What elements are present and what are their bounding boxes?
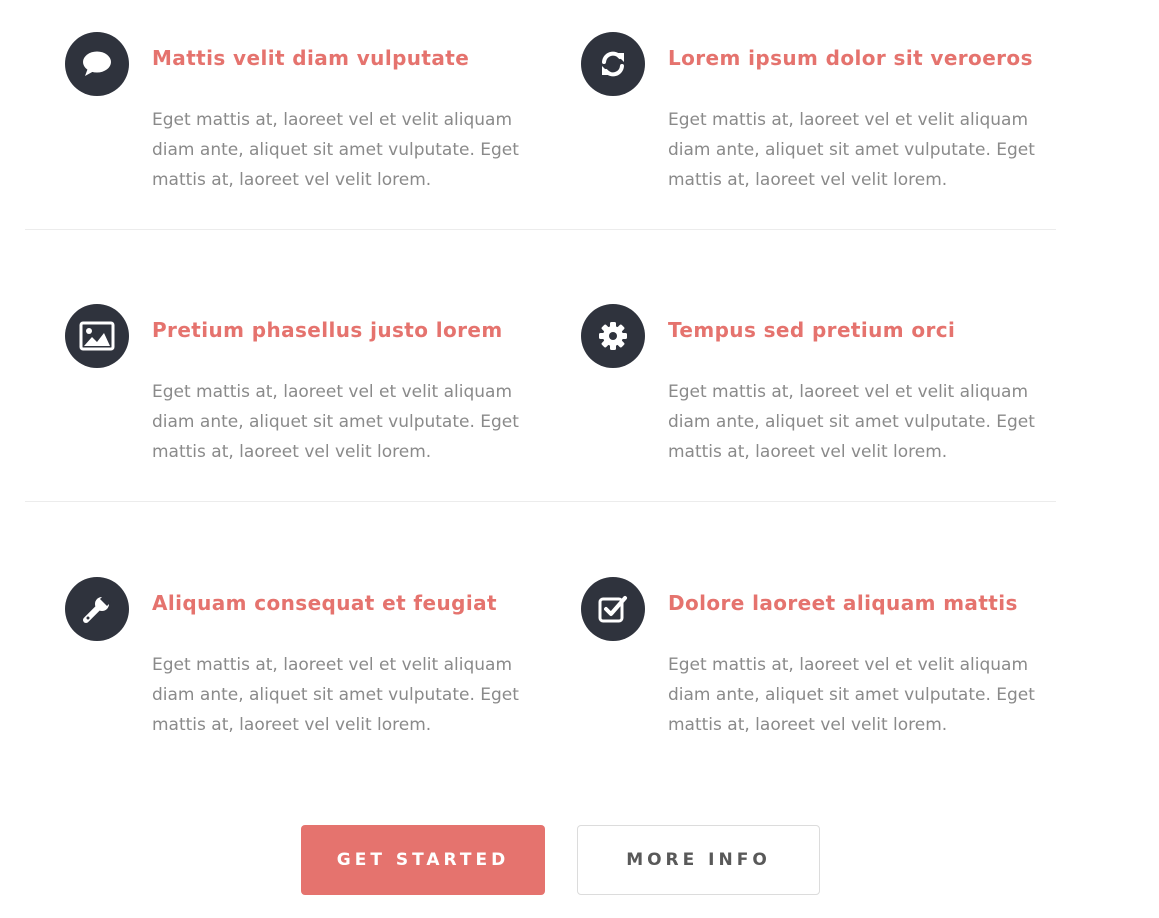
feature-title: Aliquam consequat et feugiat <box>152 591 497 615</box>
feature-row: Aliquam consequat et feugiat Eget mattis… <box>25 502 1056 774</box>
comment-icon <box>65 32 129 96</box>
feature-description: Eget mattis at, laoreet vel et velit ali… <box>668 110 1035 190</box>
feature-title: Dolore laoreet aliquam mattis <box>668 591 1018 615</box>
more-info-button[interactable]: MORE INFO <box>577 825 820 895</box>
gear-icon <box>581 304 645 368</box>
wrench-icon <box>65 577 129 641</box>
feature-description: Eget mattis at, laoreet vel et velit ali… <box>152 110 519 190</box>
feature-title: Mattis velit diam vulputate <box>152 46 470 70</box>
feature-row: Pretium phasellus justo lorem Eget matti… <box>25 230 1056 502</box>
get-started-button[interactable]: GET STARTED <box>301 825 545 895</box>
refresh-icon <box>581 32 645 96</box>
checkbox-icon <box>581 577 645 641</box>
feature-row: Mattis velit diam vulputate Eget mattis … <box>25 0 1056 230</box>
feature-title: Tempus sed pretium orci <box>668 318 956 342</box>
feature-title: Pretium phasellus justo lorem <box>152 318 503 342</box>
action-buttons: GET STARTED MORE INFO <box>301 825 820 895</box>
features-section: Mattis velit diam vulputate Eget mattis … <box>25 0 1056 774</box>
feature-description: Eget mattis at, laoreet vel et velit ali… <box>668 382 1035 462</box>
feature-description: Eget mattis at, laoreet vel et velit ali… <box>152 382 519 462</box>
feature-title: Lorem ipsum dolor sit veroeros <box>668 46 1033 70</box>
feature-description: Eget mattis at, laoreet vel et velit ali… <box>668 655 1035 735</box>
feature-description: Eget mattis at, laoreet vel et velit ali… <box>152 655 519 735</box>
image-icon <box>65 304 129 368</box>
